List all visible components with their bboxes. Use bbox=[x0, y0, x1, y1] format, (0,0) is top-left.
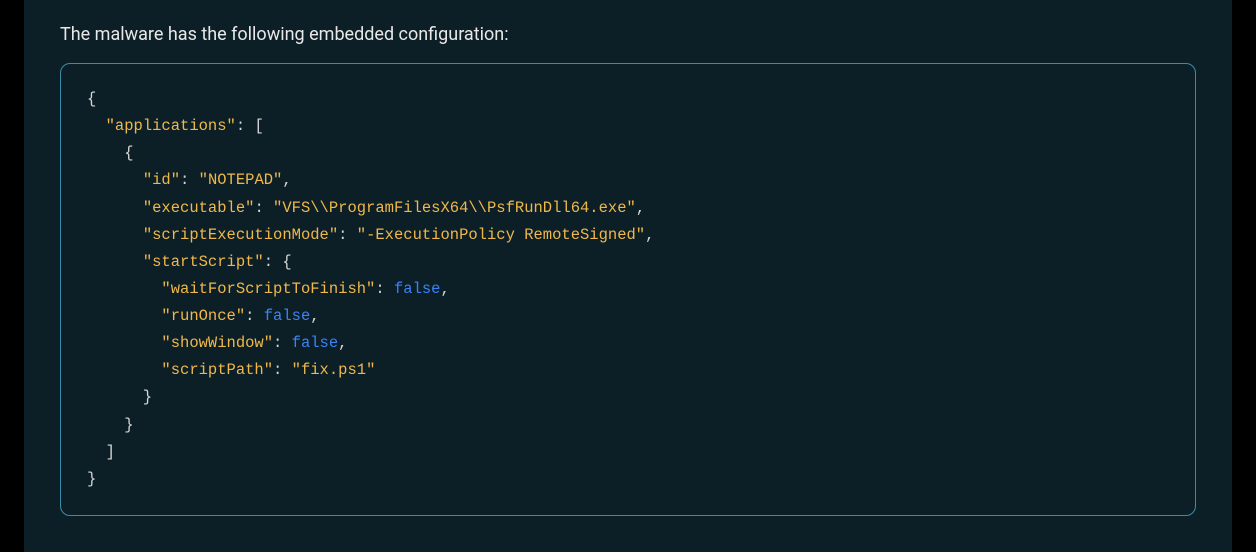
code-punct: , bbox=[338, 334, 347, 352]
code-key: "showWindow" bbox=[161, 334, 273, 352]
code-indent bbox=[87, 307, 161, 325]
code-punct: : bbox=[180, 171, 199, 189]
code-key: "applications" bbox=[106, 117, 236, 135]
code-indent bbox=[87, 117, 106, 135]
code-key: "scriptPath" bbox=[161, 361, 273, 379]
code-indent bbox=[87, 253, 143, 271]
code-line: } bbox=[87, 416, 134, 434]
code-line: { bbox=[87, 144, 134, 162]
code-indent bbox=[87, 334, 161, 352]
intro-text: The malware has the following embedded c… bbox=[60, 24, 1196, 45]
code-punct: : bbox=[254, 199, 273, 217]
code-line: { bbox=[87, 90, 96, 108]
code-punct: , bbox=[282, 171, 291, 189]
code-block: { "applications": [ { "id": "NOTEPAD", "… bbox=[60, 63, 1196, 516]
code-indent bbox=[87, 171, 143, 189]
code-punct: , bbox=[645, 226, 654, 244]
code-punct: , bbox=[310, 307, 319, 325]
code-indent bbox=[87, 280, 161, 298]
code-bool: false bbox=[292, 334, 339, 352]
code-string: "NOTEPAD" bbox=[199, 171, 283, 189]
code-line: } bbox=[87, 470, 96, 488]
code-line: } bbox=[87, 388, 152, 406]
code-key: "runOnce" bbox=[161, 307, 245, 325]
code-indent bbox=[87, 199, 143, 217]
code-indent bbox=[87, 226, 143, 244]
code-string: "-ExecutionPolicy RemoteSigned" bbox=[357, 226, 645, 244]
code-string: "fix.ps1" bbox=[292, 361, 376, 379]
content-panel: The malware has the following embedded c… bbox=[24, 0, 1232, 552]
code-punct: , bbox=[636, 199, 645, 217]
code-bool: false bbox=[264, 307, 311, 325]
code-string: "VFS\\ProgramFilesX64\\PsfRunDll64.exe" bbox=[273, 199, 636, 217]
code-punct: : { bbox=[264, 253, 292, 271]
code-key: "waitForScriptToFinish" bbox=[161, 280, 375, 298]
code-indent bbox=[87, 361, 161, 379]
code-key: "scriptExecutionMode" bbox=[143, 226, 338, 244]
code-key: "id" bbox=[143, 171, 180, 189]
code-punct: : bbox=[273, 361, 292, 379]
code-key: "startScript" bbox=[143, 253, 264, 271]
code-punct: : bbox=[273, 334, 292, 352]
code-bool: false bbox=[394, 280, 441, 298]
code-punct: : bbox=[375, 280, 394, 298]
code-line: ] bbox=[87, 443, 115, 461]
code-punct: : bbox=[338, 226, 357, 244]
code-punct: : bbox=[245, 307, 264, 325]
code-key: "executable" bbox=[143, 199, 255, 217]
code-punct: : [ bbox=[236, 117, 264, 135]
code-punct: , bbox=[440, 280, 449, 298]
